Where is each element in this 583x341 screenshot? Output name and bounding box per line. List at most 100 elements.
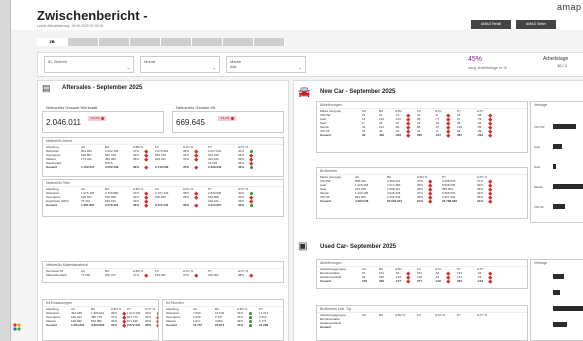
- tab-7[interactable]: [223, 38, 254, 46]
- table-cell: Gesamt: [46, 203, 58, 207]
- tab-zb[interactable]: ZB: [37, 38, 68, 46]
- status-indicator-icon: [250, 204, 253, 207]
- marke-filter[interactable]: Marke Alle ⌄: [226, 56, 306, 73]
- status-indicator-icon: [156, 323, 158, 328]
- bar: [553, 144, 562, 149]
- monat-filter[interactable]: Monat ⌄: [140, 56, 220, 73]
- table-total-row: Gesamt 1.281.891 3.578.416 36% 3.407.342 36% 3…: [43, 203, 283, 208]
- table-cell: 20.003.023: [387, 199, 403, 203]
- aftersales-title: Aftersales - September 2025: [62, 85, 143, 91]
- table-cell: 37%: [183, 273, 190, 277]
- tab-6[interactable]: [192, 38, 223, 46]
- workdays-label: Arbeitstage: [543, 56, 569, 62]
- marke-filter-value: Alle: [230, 64, 237, 69]
- table-cell: Gesamt: [320, 325, 332, 329]
- app-logo-icon: [13, 318, 21, 331]
- table-cell: 2.298.942: [208, 165, 222, 169]
- table-cell: 36%: [133, 203, 140, 207]
- status-indicator-icon: [446, 279, 451, 284]
- table-cell: 40%: [238, 165, 245, 169]
- workday-percent: 45%: [468, 56, 483, 63]
- table-cell: 205.001: [208, 273, 219, 277]
- table-cell: 260: [417, 133, 423, 137]
- amag-seller-button[interactable]: AMAG Seller: [516, 20, 556, 29]
- table-cell: 93: [362, 133, 366, 137]
- table-cell: 277: [417, 279, 423, 283]
- alert-dot-icon: [100, 116, 104, 120]
- bar: [553, 322, 568, 327]
- chevron-down-icon: ⌄: [298, 65, 302, 70]
- table-cell: 35%: [183, 165, 190, 169]
- table-cell: 77.393: [81, 273, 91, 277]
- status-indicator-icon: [194, 273, 199, 278]
- kpi-werkstatt: Nettoerlös Gesamt Werkstatt 2.046.011 -1…: [42, 105, 164, 133]
- table-cell: -133: [477, 279, 484, 283]
- status-indicator-icon: [428, 199, 433, 204]
- kpi-kfl-label: Nettoerlös Gesamt Kfl.: [176, 105, 217, 110]
- tab-bar: ZB: [37, 38, 327, 46]
- monat-filter-label: Monat: [144, 59, 156, 64]
- table-cell: 159: [362, 279, 368, 283]
- status-indicator-icon: [194, 165, 199, 170]
- table-cell: 2.872.331: [127, 323, 141, 327]
- table-cell: 206.727: [105, 273, 116, 277]
- status-indicator-icon: [144, 203, 149, 208]
- table-title: Ablieferungen: [317, 260, 527, 267]
- table-title: Nettoerlös Arbeit: [43, 138, 283, 145]
- table-cell: 40%: [238, 203, 245, 207]
- table-cell: 34%: [111, 323, 118, 327]
- bar-label: Seat: [534, 165, 541, 169]
- kpi-werkstatt-value: 2.046.011: [46, 118, 81, 127]
- table-cell: -177: [395, 279, 402, 283]
- table-cell: -339: [395, 133, 402, 137]
- bar-label: VW NF: [534, 205, 544, 209]
- tab-2[interactable]: [68, 38, 99, 46]
- amag-retail-button[interactable]: AMAG Retail: [471, 20, 511, 29]
- table-material: Nettoerlös Materialmaterial Serviceart ID…: [42, 261, 284, 283]
- filter-bar: ID, Betrieb ⌄ Monat ⌄ Marke Alle ⌄ 45% v…: [37, 52, 583, 77]
- table-title: Bruttoerlös: [317, 168, 527, 175]
- table-title: Ablieferungen: [317, 102, 527, 109]
- betrieb-filter[interactable]: ID, Betrieb ⌄: [44, 56, 134, 73]
- table-teile: Nettoerlös Teile Abteilung AC BU Δ BU % FC Δ F…: [42, 179, 284, 217]
- kpi-kfl-value: 669.645: [176, 118, 205, 127]
- chevron-down-icon: ⌄: [126, 65, 130, 70]
- tab-5[interactable]: [161, 38, 192, 46]
- tab-3[interactable]: [99, 38, 130, 46]
- status-indicator-icon: [446, 133, 451, 138]
- tab-4[interactable]: [130, 38, 161, 46]
- table-cell: 3.578.416: [105, 203, 119, 207]
- table-cell: 38%: [145, 323, 152, 327]
- bar: [553, 164, 556, 169]
- table-total-row: Gesamt 1.284.854 3.823.823 34% 2.872.331 38%: [43, 323, 158, 328]
- table-cell: 47%: [237, 323, 244, 327]
- table-total-row: Gesamt 159 336 -177 277 -118 292 -133: [317, 279, 527, 284]
- aftersales-panel: ▤ Aftersales - September 2025 Nettoerlös…: [37, 80, 289, 341]
- table-cell: 22.871: [215, 323, 225, 327]
- bar: [553, 306, 583, 311]
- table-cell: 2.740.038: [155, 165, 169, 169]
- table-cell: 4.280.548: [355, 199, 369, 203]
- car-icon: 🚘: [298, 87, 311, 98]
- alert-dot-icon: [230, 116, 234, 120]
- table-cell: 3.052.238: [105, 165, 119, 169]
- table-total-row: Gesamt 4.280.548 20.003.023 21% 20.788.069 21…: [317, 199, 527, 204]
- chart-newcar-title: Vertrage: [534, 103, 548, 107]
- table-cell: Gesamt: [320, 133, 332, 137]
- table-cell: 21%: [417, 199, 424, 203]
- table-total-row: Gesamt 93 432 -339 260 -167 387 -294: [317, 133, 527, 138]
- workday-percent-label: verg. Arbeitstage in %: [468, 65, 507, 70]
- table-cell: 387: [457, 133, 463, 137]
- bar: [553, 290, 561, 295]
- table-cell: 432: [379, 133, 385, 137]
- tab-8[interactable]: [254, 38, 285, 46]
- table-cell: 336: [379, 279, 385, 283]
- table-stunden: Ist Stunden Abteilung AC BU Δ BU % PY Werkstat…: [162, 299, 284, 341]
- bar: [553, 204, 565, 209]
- table-newcar-ablieferungen: Ablieferungen Marke (Gruppe) AC BU Δ BU FC Δ F…: [316, 101, 528, 153]
- report-header: Zwischenbericht - Letzte Aktualisierung:…: [11, 0, 583, 30]
- table-cell: 10.757: [193, 323, 203, 327]
- table-usedcar-bruttoerloes: Bruttoerlös exkl. Trp Absatzweg(gruppe) AC…: [316, 305, 528, 341]
- table-cell: 37%: [133, 273, 140, 277]
- status-indicator-icon: [249, 324, 252, 327]
